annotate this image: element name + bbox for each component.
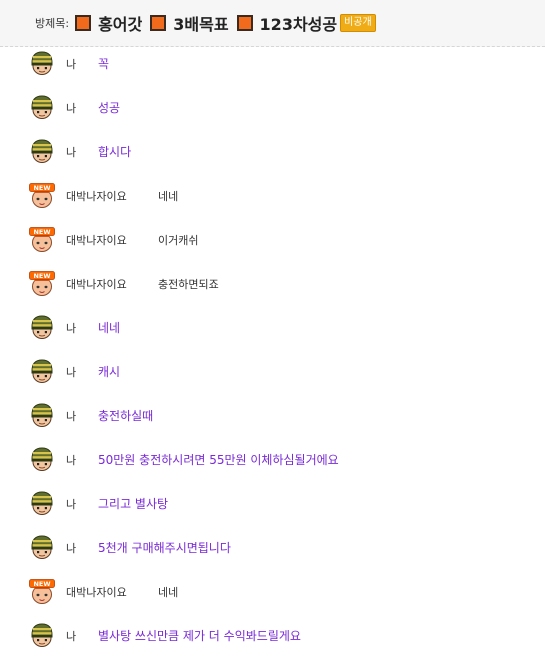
chat-message-row: 대박나자이요 네네 — [0, 174, 545, 218]
chat-message-row: 나 50만원 충전하시려면 55만원 이체하심될거에요 — [0, 438, 545, 482]
room-header: 방제목: 홍어갓 3배목표 123차성공 비공개 — [0, 0, 545, 47]
chat-message-row: 나 충전하실때 — [0, 394, 545, 438]
room-title-part: 123차성공 — [259, 15, 338, 34]
chat-message-row: 나 그리고 별사탕 — [0, 482, 545, 526]
helmet-avatar-icon — [29, 138, 55, 164]
chat-message-row: 나 네네 — [0, 306, 545, 350]
sender-name: 나 — [66, 322, 77, 335]
message-text: 충전하면되죠 — [158, 278, 219, 291]
private-badge: 비공개 — [340, 14, 376, 32]
sender-name: 나 — [66, 542, 77, 555]
room-title-part: 3배목표 — [173, 15, 229, 34]
new-avatar-icon — [29, 579, 55, 605]
helmet-avatar-icon — [29, 358, 55, 384]
message-text: 그리고 별사탕 — [98, 497, 169, 511]
room-title-label: 방제목: — [35, 17, 70, 30]
chat-message-row: 대박나자이요 이거캐쉬 — [0, 218, 545, 262]
helmet-avatar-icon — [29, 446, 55, 472]
sender-name: 나 — [66, 498, 77, 511]
sender-name: 나 — [66, 454, 77, 467]
sender-name: 대박나자이요 — [66, 234, 127, 247]
sender-name: 나 — [66, 630, 77, 643]
sender-name: 나 — [66, 410, 77, 423]
sender-name: 대박나자이요 — [66, 278, 127, 291]
chat-message-row: 나 5천개 구매해주시면됩니다 — [0, 526, 545, 570]
message-text: 50만원 충전하시려면 55만원 이체하심될거에요 — [98, 453, 339, 467]
chat-message-row: 나 캐시 — [0, 350, 545, 394]
message-text: 합시다 — [98, 145, 132, 159]
orange-square-icon — [75, 15, 92, 31]
chat-message-row: 나 별사탕 쓰신만큼 제가 더 수익봐드릴게요 — [0, 614, 545, 658]
chat-message-row: 나 합시다 — [0, 130, 545, 174]
message-text: 네네 — [158, 190, 179, 203]
message-text: 이거캐쉬 — [158, 234, 199, 247]
chat-message-row: 나꼭 — [0, 42, 545, 86]
sender-name: 대박나자이요 — [66, 190, 127, 203]
new-avatar-icon — [29, 183, 55, 209]
helmet-avatar-icon — [29, 402, 55, 428]
message-text: 네네 — [98, 321, 121, 335]
orange-square-icon — [236, 15, 253, 31]
sender-name: 나 — [66, 58, 77, 71]
helmet-avatar-icon — [29, 94, 55, 120]
helmet-avatar-icon — [29, 314, 55, 340]
chat-message-row: 나 성공 — [0, 86, 545, 130]
orange-square-icon — [150, 15, 167, 31]
message-text: 별사탕 쓰신만큼 제가 더 수익봐드릴게요 — [98, 629, 301, 643]
message-text: 꼭 — [98, 57, 110, 71]
message-text: 캐시 — [98, 365, 121, 379]
helmet-avatar-icon — [29, 534, 55, 560]
chat-message-list: 나 꼭 나 성공 나 합시다 대박나자이요 네네 대박나자이요 이거캐쉬 대박나자이요 충전하면되죠 나… — [0, 42, 545, 658]
sender-name: 나 — [66, 146, 77, 159]
message-text: 성공 — [98, 101, 121, 115]
sender-name: 나 — [66, 102, 77, 115]
helmet-avatar-icon — [29, 490, 55, 516]
new-avatar-icon — [29, 271, 55, 297]
message-text: 충전하실때 — [98, 409, 154, 423]
message-text: 5천개 구매해주시면됩니다 — [98, 541, 231, 555]
room-title-part: 홍어갓 — [98, 15, 143, 34]
message-text: 네네 — [158, 586, 179, 599]
new-avatar-icon — [29, 227, 55, 253]
sender-name: 나 — [66, 366, 77, 379]
helmet-avatar-icon — [29, 622, 55, 648]
helmet-avatar-icon — [29, 50, 55, 76]
sender-name: 대박나자이요 — [66, 586, 127, 599]
chat-message-row: 대박나자이요 충전하면되죠 — [0, 262, 545, 306]
chat-message-row: 대박나자이요 네네 — [0, 570, 545, 614]
